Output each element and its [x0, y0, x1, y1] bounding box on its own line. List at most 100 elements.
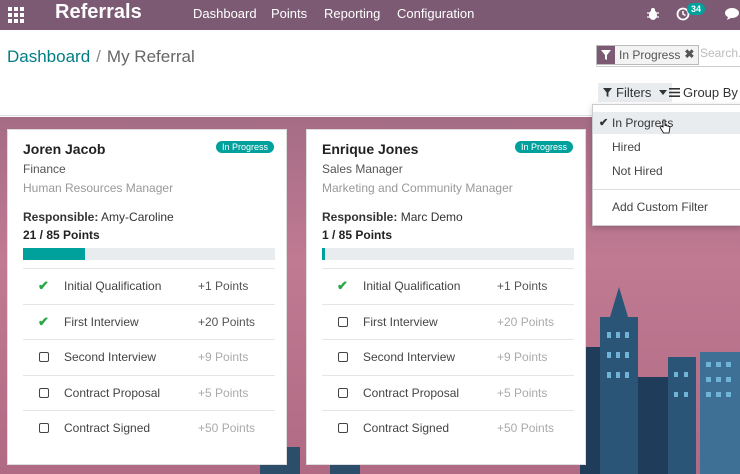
- checkbox-icon: [38, 352, 49, 363]
- stage-status: [23, 352, 64, 363]
- stage-name: Contract Signed: [64, 421, 151, 436]
- progress-fill: [23, 248, 86, 260]
- stage-status: ✔: [322, 278, 363, 294]
- stage-status: [322, 352, 363, 363]
- department: Sales Manager: [322, 162, 403, 176]
- stage-points: +1 Points: [198, 279, 249, 294]
- stage-name: Second Interview: [64, 350, 157, 365]
- stage-row: Second Interview +9 Points: [23, 339, 275, 375]
- stage-row: First Interview +20 Points: [322, 303, 574, 340]
- list-icon: [669, 88, 680, 97]
- stage-name: Contract Proposal: [64, 385, 161, 400]
- add-custom-filter[interactable]: Add Custom Filter: [593, 196, 740, 218]
- responsible: Responsible: Amy-Caroline: [23, 210, 174, 224]
- caret-down-icon: [659, 90, 668, 95]
- menu-reporting[interactable]: Reporting: [324, 6, 380, 21]
- bug-icon[interactable]: [646, 7, 660, 21]
- stage-status: ✔: [23, 314, 64, 330]
- points-progress-bar: [23, 248, 275, 260]
- stage-status: [322, 387, 363, 398]
- progress-fill: [322, 248, 326, 260]
- stage-row: ✔ Initial Qualification +1 Points: [23, 268, 275, 304]
- app-brand[interactable]: Referrals: [55, 1, 142, 24]
- check-icon: ✔: [337, 278, 348, 294]
- stage-points: +5 Points: [497, 385, 548, 400]
- department: Finance: [23, 162, 66, 176]
- stage-name: Initial Qualification: [363, 279, 461, 294]
- filters-button[interactable]: Filters: [598, 83, 673, 102]
- breadcrumb-current: My Referral: [106, 47, 195, 66]
- responsible-label: Responsible:: [23, 210, 99, 224]
- candidate-name: Enrique Jones: [322, 141, 419, 157]
- checkbox-icon: [337, 423, 348, 434]
- check-icon: ✔: [599, 117, 609, 129]
- stage-name: First Interview: [363, 314, 438, 329]
- stage-points: +1 Points: [497, 279, 548, 294]
- stage-status: [23, 423, 64, 434]
- top-navbar: Referrals Dashboard Points Reporting Con…: [0, 0, 740, 30]
- breadcrumb-separator: /: [96, 47, 101, 66]
- stage-name: Second Interview: [363, 350, 456, 365]
- stage-name: Contract Proposal: [363, 385, 460, 400]
- stage-row: Contract Proposal +5 Points: [23, 374, 275, 411]
- filter-not-hired[interactable]: Not Hired: [593, 160, 740, 182]
- stage-list: ✔ Initial Qualification +1 Points First …: [322, 268, 574, 446]
- groupby-label: Group By: [683, 85, 738, 100]
- menu-points[interactable]: Points: [271, 6, 307, 21]
- check-icon: ✔: [38, 313, 49, 329]
- stage-row: ✔ First Interview +20 Points: [23, 303, 275, 340]
- stage-status: [322, 316, 363, 327]
- stage-row: Second Interview +9 Points: [322, 339, 574, 375]
- breadcrumb: Dashboard / My Referral: [7, 47, 195, 67]
- checkbox-icon: [337, 387, 348, 398]
- stage-row: ✔ Initial Qualification +1 Points: [322, 268, 574, 304]
- breadcrumb-dashboard-link[interactable]: Dashboard: [7, 47, 90, 66]
- responsible-name: Marc Demo: [400, 210, 463, 224]
- check-icon: ✔: [38, 278, 49, 294]
- stage-status: [23, 387, 64, 398]
- stage-points: +5 Points: [198, 385, 249, 400]
- chat-icon[interactable]: [724, 7, 740, 21]
- stage-status: [322, 423, 363, 434]
- menu-configuration[interactable]: Configuration: [397, 6, 474, 21]
- filter-icon: [603, 88, 612, 97]
- stage-row: Contract Signed +50 Points: [23, 410, 275, 446]
- stage-points: +9 Points: [198, 350, 249, 365]
- stage-list: ✔ Initial Qualification +1 Points ✔ Firs…: [23, 268, 275, 446]
- filter-hired[interactable]: Hired: [593, 136, 740, 158]
- close-icon[interactable]: ✖: [684, 46, 698, 64]
- stage-row: Contract Signed +50 Points: [322, 410, 574, 446]
- stage-points: +50 Points: [198, 421, 256, 436]
- checkbox-icon: [38, 423, 49, 434]
- responsible-label: Responsible:: [322, 210, 398, 224]
- points-total: 21 / 85 Points: [23, 228, 100, 242]
- custom-filter-label: Add Custom Filter: [612, 200, 709, 214]
- menu-dashboard[interactable]: Dashboard: [193, 6, 257, 21]
- checkbox-icon: [337, 352, 348, 363]
- groupby-button[interactable]: Group By: [669, 85, 738, 100]
- stage-points: +50 Points: [497, 421, 555, 436]
- job-position: Marketing and Community Manager: [322, 181, 513, 195]
- search-input[interactable]: [700, 46, 740, 60]
- referral-card[interactable]: Enrique Jones In Progress Sales Manager …: [306, 129, 586, 465]
- search-box[interactable]: In Progress ✖: [596, 45, 740, 67]
- stage-name: First Interview: [64, 314, 139, 329]
- filters-label: Filters: [616, 85, 652, 100]
- points-progress-bar: [322, 248, 574, 260]
- filter-label: Hired: [612, 140, 641, 154]
- apps-icon[interactable]: [8, 7, 24, 23]
- search-facet: In Progress ✖: [596, 45, 700, 65]
- stage-points: +9 Points: [497, 350, 548, 365]
- checkbox-icon: [38, 387, 49, 398]
- checkbox-icon: [337, 316, 348, 327]
- status-badge: In Progress: [215, 141, 274, 153]
- facet-value: In Progress: [619, 48, 681, 62]
- filter-icon: [597, 46, 615, 64]
- responsible-name: Amy-Caroline: [101, 210, 174, 224]
- stage-name: Contract Signed: [363, 421, 450, 436]
- responsible: Responsible: Marc Demo: [322, 210, 463, 224]
- job-position: Human Resources Manager: [23, 181, 174, 195]
- referral-card[interactable]: Joren Jacob In Progress Finance Human Re…: [7, 129, 287, 465]
- stage-points: +20 Points: [198, 314, 256, 329]
- stage-name: Initial Qualification: [64, 279, 162, 294]
